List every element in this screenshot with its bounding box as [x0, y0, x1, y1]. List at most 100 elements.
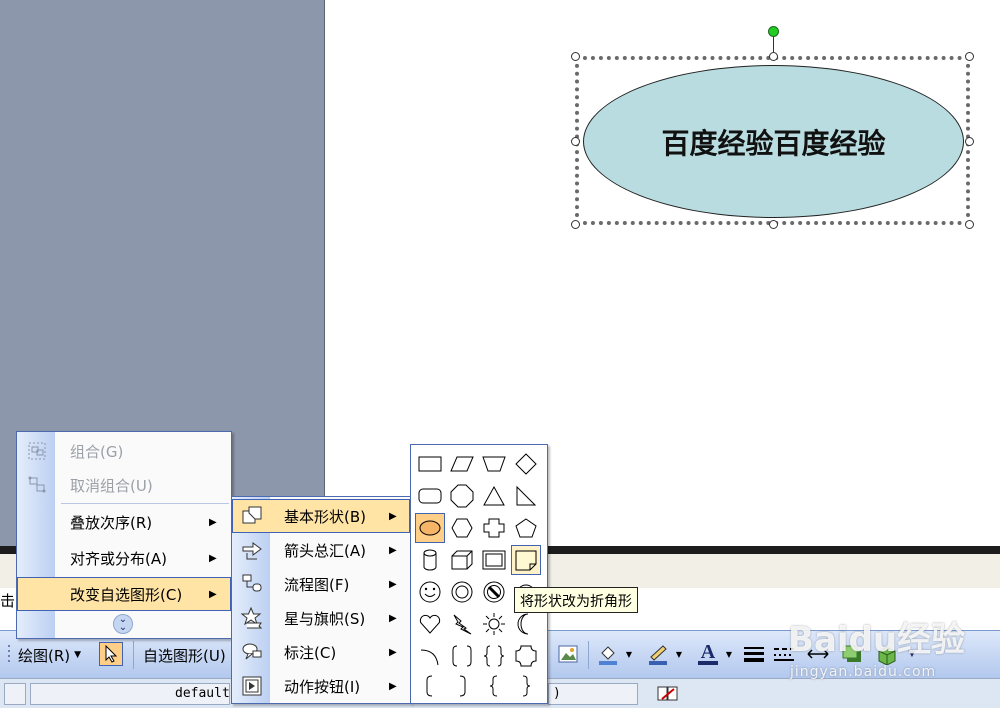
menu-item-order[interactable]: 叠放次序(R) ▶ — [17, 505, 231, 539]
left-bracket-shape-icon[interactable] — [415, 671, 445, 701]
menu-item-label: 标注(C) — [284, 643, 337, 662]
bevel-shape-icon[interactable] — [479, 545, 509, 575]
menu-item-label: 箭头总汇(A) — [284, 541, 366, 560]
resize-handle-e[interactable] — [965, 137, 974, 146]
double-bracket-shape-icon[interactable] — [447, 641, 477, 671]
resize-handle-n[interactable] — [769, 52, 778, 61]
parallelogram-shape-icon[interactable] — [447, 449, 477, 479]
status-cell-design: default — [30, 683, 230, 705]
cube-shape-icon[interactable] — [447, 545, 477, 575]
menu-item-align-distribute[interactable]: 对齐或分布(A) ▶ — [17, 541, 231, 575]
menu-item-ungroup[interactable]: 取消组合(U) — [17, 468, 231, 502]
resize-handle-se[interactable] — [965, 220, 974, 229]
can-shape-icon[interactable] — [415, 545, 445, 575]
draw-menu: 组合(G) 取消组合(U) 叠放次序(R) ▶ 对齐或分布(A) ▶ 改变自选图… — [16, 431, 232, 639]
resize-handle-w[interactable] — [571, 137, 580, 146]
flowchart-icon — [240, 572, 264, 596]
baidu-watermark: Baidu经验 jingyan.baidu.com — [780, 612, 980, 692]
shape-text[interactable]: 百度经验百度经验 — [661, 122, 885, 162]
toolbar-grip-icon[interactable] — [4, 642, 14, 666]
toolbar-separator — [133, 641, 134, 669]
rectangle-shape-icon[interactable] — [415, 449, 445, 479]
autoshapes-menu-button[interactable]: 自选图形(U) — [143, 640, 226, 670]
left-brace-shape-icon[interactable] — [479, 671, 509, 701]
plaque-shape-icon[interactable] — [511, 641, 541, 671]
resize-handle-sw[interactable] — [571, 220, 580, 229]
menu-item-label: 星与旗帜(S) — [284, 609, 366, 628]
double-brace-shape-icon[interactable] — [479, 641, 509, 671]
expand-menu-button[interactable]: ⌄ ⌄ — [113, 614, 133, 634]
menu-item-label: 对齐或分布(A) — [70, 549, 167, 568]
font-color-letter: A — [700, 641, 716, 663]
double-chevron-down-icon: ⌄ ⌄ — [118, 614, 128, 633]
ungroup-icon — [25, 473, 49, 497]
fill-color-icon[interactable] — [596, 642, 620, 666]
menu-item-flowchart[interactable]: 流程图(F) ▶ — [232, 567, 410, 601]
menu-item-stars-banners[interactable]: 星与旗帜(S) ▶ — [232, 601, 410, 635]
submenu-arrow-icon: ▶ — [389, 510, 397, 522]
moon-shape-icon[interactable] — [511, 609, 541, 639]
cross-shape-icon[interactable] — [479, 513, 509, 543]
insert-picture-icon[interactable] — [556, 642, 580, 666]
submenu-arrow-icon: ▶ — [389, 612, 397, 624]
draw-menu-button[interactable]: 绘图(R) ▼ — [18, 640, 81, 670]
rounded-rectangle-shape-icon[interactable] — [415, 481, 445, 511]
select-objects-pointer-icon[interactable] — [99, 642, 123, 666]
action-buttons-icon — [240, 674, 264, 698]
line-style-icon[interactable] — [742, 642, 766, 666]
menu-item-block-arrows[interactable]: 箭头总汇(A) ▶ — [232, 533, 410, 567]
arc-shape-icon[interactable] — [415, 641, 445, 671]
right-bracket-shape-icon[interactable] — [447, 671, 477, 701]
isosceles-triangle-shape-icon[interactable] — [479, 481, 509, 511]
rotation-handle[interactable] — [768, 26, 779, 37]
font-color-swatch — [698, 661, 718, 665]
menu-item-label: 流程图(F) — [284, 575, 350, 594]
shape-tooltip: 将形状改为折角形 — [514, 587, 638, 613]
sun-shape-icon[interactable] — [479, 609, 509, 639]
dropdown-arrow-icon[interactable]: ▼ — [624, 642, 634, 666]
status-cell-language: ) — [548, 683, 638, 705]
octagon-shape-icon[interactable] — [447, 481, 477, 511]
smiley-face-shape-icon[interactable] — [415, 577, 445, 607]
spelling-check-icon[interactable] — [656, 682, 680, 706]
trapezoid-shape-icon[interactable] — [479, 449, 509, 479]
right-brace-shape-icon[interactable] — [511, 671, 541, 701]
dropdown-arrow-icon[interactable]: ▼ — [674, 642, 684, 666]
line-color-icon[interactable] — [646, 642, 670, 666]
donut-shape-icon[interactable] — [447, 577, 477, 607]
change-autoshape-submenu: 基本形状(B) ▶ 箭头总汇(A) ▶ 流程图(F) ▶ 星与旗帜(S) ▶ 标… — [231, 496, 411, 704]
no-symbol-shape-icon[interactable] — [479, 577, 509, 607]
heart-shape-icon[interactable] — [415, 609, 445, 639]
autoshapes-label: 自选图形(U) — [143, 646, 226, 665]
basic-shapes-palette — [410, 444, 548, 704]
menu-item-label: 取消组合(U) — [70, 476, 153, 495]
oval-shape[interactable]: 百度经验百度经验 — [583, 65, 964, 218]
menu-item-callouts[interactable]: 标注(C) ▶ — [232, 635, 410, 669]
menu-item-change-autoshape[interactable]: 改变自选图形(C) ▶ — [17, 577, 231, 611]
resize-handle-nw[interactable] — [571, 52, 580, 61]
submenu-arrow-icon: ▶ — [389, 578, 397, 590]
lightning-bolt-shape-icon[interactable] — [447, 609, 477, 639]
block-arrows-icon — [240, 538, 264, 562]
right-triangle-shape-icon[interactable] — [511, 481, 541, 511]
menu-item-action-buttons[interactable]: 动作按钮(I) ▶ — [232, 669, 410, 703]
diamond-shape-icon[interactable] — [511, 449, 541, 479]
stars-banners-icon — [240, 606, 264, 630]
watermark-url: jingyan.baidu.com — [790, 664, 937, 680]
hexagon-shape-icon[interactable] — [447, 513, 477, 543]
menu-item-basic-shapes[interactable]: 基本形状(B) ▶ — [232, 499, 410, 533]
font-color-icon[interactable]: A — [696, 642, 720, 666]
callouts-icon — [240, 640, 264, 664]
resize-handle-ne[interactable] — [965, 52, 974, 61]
toolbar-separator — [588, 641, 589, 669]
resize-handle-s[interactable] — [769, 220, 778, 229]
submenu-arrow-icon: ▶ — [209, 552, 217, 564]
folded-corner-shape-icon[interactable] — [511, 545, 541, 575]
oval-shape-icon[interactable] — [415, 513, 445, 543]
dropdown-arrow-icon[interactable]: ▼ — [724, 642, 734, 666]
dropdown-arrow-icon: ▼ — [74, 650, 82, 660]
menu-item-label: 改变自选图形(C) — [70, 585, 183, 604]
pentagon-shape-icon[interactable] — [511, 513, 541, 543]
menu-item-group[interactable]: 组合(G) — [17, 434, 231, 468]
language-text: ) — [553, 686, 561, 701]
